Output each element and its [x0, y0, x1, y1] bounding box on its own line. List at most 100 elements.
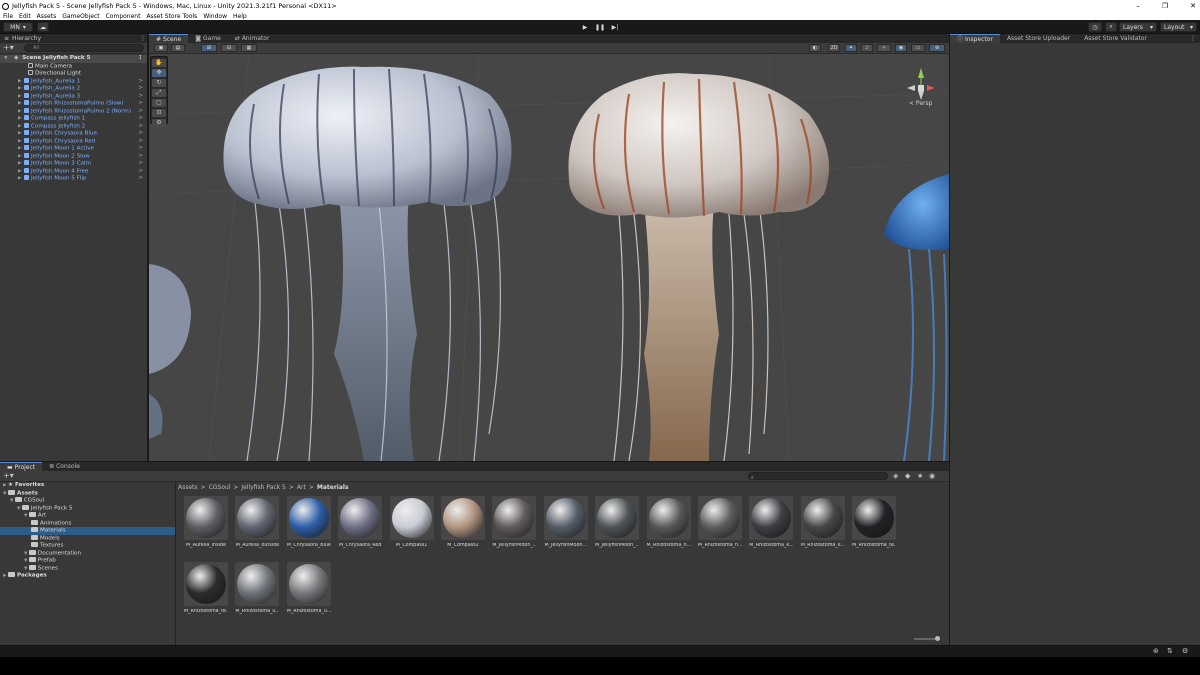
- menu-gameobject[interactable]: GameObject: [62, 13, 99, 20]
- slider-handle[interactable]: [935, 636, 940, 641]
- transform-tool[interactable]: ⊡: [152, 109, 166, 117]
- menu-edit[interactable]: Edit: [19, 13, 31, 20]
- menu-file[interactable]: File: [3, 13, 13, 20]
- hierarchy-item[interactable]: Directional Light: [0, 70, 147, 78]
- hierarchy-item[interactable]: ▶ Jellyfish Moon 2 Slow >: [0, 152, 147, 161]
- tab-inspector[interactable]: ⓘ Inspector: [950, 34, 1000, 43]
- material-asset[interactable]: M_Rhizostoma_te...: [852, 496, 897, 550]
- render-mode-button[interactable]: ▤: [171, 44, 185, 52]
- jellyfish-aurelia[interactable]: [223, 66, 512, 461]
- hierarchy-tab[interactable]: ≡ Hierarchy ⋮: [0, 34, 147, 43]
- tab-game[interactable]: ◙ Game: [188, 34, 228, 43]
- camera-settings-button[interactable]: ▭: [911, 44, 925, 52]
- menu-window[interactable]: Window: [203, 13, 227, 20]
- breadcrumb-item[interactable]: CGSoul: [209, 484, 231, 491]
- open-prefab-icon[interactable]: >: [138, 153, 143, 161]
- hierarchy-item[interactable]: ▶ Jellyfish Chrysaora Blue >: [0, 130, 147, 138]
- pivot-button[interactable]: ⊞: [201, 44, 217, 52]
- expand-triangle-icon[interactable]: ▶: [18, 100, 24, 108]
- more-menu-icon[interactable]: ⋮: [1190, 34, 1196, 43]
- folder-tree-item[interactable]: ▼ Documentation: [0, 549, 175, 558]
- folder-tree-item[interactable]: ▼ Art: [0, 512, 175, 520]
- persp-label[interactable]: < Persp: [909, 100, 932, 107]
- folder-tree-item[interactable]: ▼ Scenes: [0, 564, 175, 573]
- visibility-icon[interactable]: ◉: [929, 472, 935, 480]
- add-icon[interactable]: +▾: [3, 471, 14, 480]
- material-asset[interactable]: M_JellyfishMoon_...: [492, 496, 537, 550]
- open-prefab-icon[interactable]: >: [138, 168, 143, 176]
- expand-triangle-icon[interactable]: ▶: [18, 145, 24, 153]
- filter-by-label-icon[interactable]: ◆: [905, 472, 910, 480]
- menu-component[interactable]: Component: [106, 13, 141, 20]
- open-prefab-icon[interactable]: >: [138, 138, 143, 146]
- jellyfish-partial-blue[interactable]: [884, 174, 949, 461]
- add-icon[interactable]: +▾: [3, 43, 14, 52]
- hierarchy-item[interactable]: ▶ Compass Jellyfish 2 >: [0, 122, 147, 131]
- material-asset[interactable]: M_JellyfishMoon...: [543, 496, 588, 550]
- expand-triangle-icon[interactable]: ▶: [18, 130, 24, 138]
- expand-triangle-icon[interactable]: ▶: [18, 85, 24, 93]
- hidden-objects-toggle[interactable]: ◉: [895, 44, 907, 52]
- global-button[interactable]: ⊟: [221, 44, 237, 52]
- tab-animator[interactable]: ⇄ Animator: [228, 34, 277, 43]
- folder-tree-item[interactable]: Animations: [0, 519, 175, 528]
- tab-asset-store-validator[interactable]: Asset Store Validator: [1077, 34, 1154, 43]
- filter-by-type-icon[interactable]: ◈: [893, 472, 898, 480]
- menu-assets[interactable]: Assets: [37, 13, 57, 20]
- account-button[interactable]: MN ▾: [3, 22, 33, 32]
- material-asset[interactable]: M_JellyfishMoon_...: [595, 496, 640, 550]
- draw-mode-button[interactable]: ▣: [154, 44, 168, 52]
- jellyfish-partial-left[interactable]: [149, 264, 191, 439]
- tab-project[interactable]: ▬ Project: [0, 462, 43, 471]
- open-prefab-icon[interactable]: >: [138, 78, 143, 86]
- project-search-input[interactable]: ⌕: [748, 472, 888, 481]
- hierarchy-item[interactable]: ▶ Jellyfish RhizostomaPulmo 2 (Norm) >: [0, 107, 147, 116]
- custom-tool[interactable]: ⚙: [152, 119, 166, 127]
- hierarchy-item[interactable]: ▶ Compass Jellyfish 1 >: [0, 115, 147, 123]
- minimize-button[interactable]: –: [1136, 0, 1140, 12]
- cache-server-icon[interactable]: ⇅: [1167, 647, 1173, 655]
- hierarchy-item[interactable]: ▶ Jellyfish Moon 4 Free >: [0, 167, 147, 176]
- expand-triangle-icon[interactable]: ▶: [18, 168, 24, 176]
- breadcrumb-item[interactable]: Materials: [317, 484, 349, 491]
- material-asset[interactable]: M_Aurelia_outside: [235, 496, 280, 550]
- breadcrumb-item[interactable]: Jellyfish Pack 5: [241, 484, 285, 491]
- open-prefab-icon[interactable]: >: [138, 85, 143, 93]
- jellyfish-compass[interactable]: [568, 73, 829, 461]
- material-asset[interactable]: M_Rhizostoma_u...: [286, 562, 331, 616]
- rotate-tool[interactable]: ↻: [152, 79, 166, 87]
- folder-tree-item[interactable]: Models: [0, 534, 175, 543]
- breadcrumb-item[interactable]: Art: [297, 484, 306, 491]
- expand-triangle-icon[interactable]: ▶: [18, 93, 24, 101]
- rect-tool[interactable]: ▢: [152, 99, 166, 107]
- hierarchy-item[interactable]: Main Camera: [0, 62, 147, 71]
- hierarchy-item[interactable]: ▶ Jellyfish Moon 5 Flip >: [0, 175, 147, 183]
- thumbnail-size-slider[interactable]: [914, 636, 940, 641]
- open-prefab-icon[interactable]: >: [138, 115, 143, 123]
- material-asset[interactable]: M_Chrysaora_Blue: [286, 496, 331, 550]
- gizmos-dropdown[interactable]: ⊕: [929, 44, 945, 52]
- hierarchy-item[interactable]: ▶ Jellyfish RhizostomaPulmo (Slow) >: [0, 100, 147, 108]
- search-button[interactable]: ⌕: [1105, 22, 1117, 32]
- folder-tree-item[interactable]: ▼ Jellyfish Pack 5: [0, 504, 175, 513]
- tab-console[interactable]: ≣ Console: [42, 462, 87, 471]
- hierarchy-item[interactable]: ▶ Jellyfish Moon 3 Calm >: [0, 160, 147, 168]
- maximize-button[interactable]: ❐: [1162, 0, 1168, 12]
- hierarchy-item[interactable]: ▶ Jellyfish Chrysaora Red >: [0, 137, 147, 146]
- open-prefab-icon[interactable]: >: [138, 93, 143, 101]
- light-toggle[interactable]: ✦: [845, 44, 857, 52]
- expand-triangle-icon[interactable]: ▶: [18, 153, 24, 161]
- audio-toggle[interactable]: ♪: [861, 44, 873, 52]
- 2d-toggle[interactable]: 2D: [828, 44, 840, 52]
- material-asset[interactable]: M_Compass2: [440, 496, 485, 550]
- material-asset[interactable]: M_Rhizostoma_h...: [697, 496, 742, 550]
- menu-asset-store-tools[interactable]: Asset Store Tools: [146, 13, 197, 20]
- hand-tool[interactable]: ✋: [152, 59, 166, 67]
- folder-tree-item[interactable]: ▼ Prefab: [0, 557, 175, 565]
- folder-tree-item[interactable]: Textures: [0, 542, 175, 550]
- material-asset[interactable]: M_Rhizostoma_u...: [235, 562, 280, 616]
- hierarchy-item[interactable]: ▶ Jellyfish_Aurelia 1 >: [0, 77, 147, 86]
- material-asset[interactable]: M_Rhizostoma_h...: [646, 496, 691, 550]
- material-asset[interactable]: M_Compass1: [389, 496, 434, 550]
- material-asset[interactable]: M_Rhizostoma_te...: [184, 562, 228, 616]
